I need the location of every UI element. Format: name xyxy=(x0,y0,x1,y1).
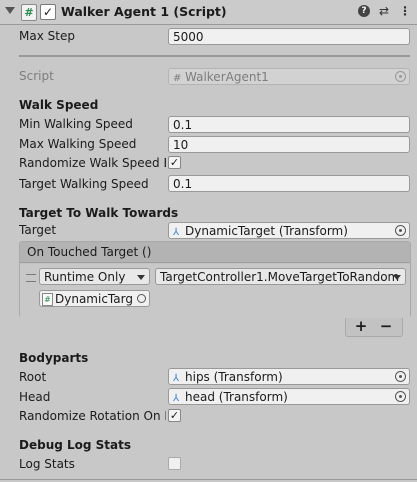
log-stats-label: Log Stats xyxy=(19,457,75,471)
script-icon: # xyxy=(21,4,37,21)
target-walking-speed-label: Target Walking Speed xyxy=(19,177,149,191)
object-picker-icon[interactable] xyxy=(137,294,146,303)
min-walking-speed-field[interactable]: 0.1 xyxy=(168,116,410,133)
max-walking-speed-field[interactable]: 10 xyxy=(168,136,410,153)
max-step-field[interactable]: 5000 xyxy=(168,28,410,45)
head-field[interactable]: ⅄ head (Transform) xyxy=(168,388,410,405)
component-header[interactable]: # ✓ Walker Agent 1 (Script) ? ⇄ ⋮ xyxy=(0,0,417,25)
function-dropdown[interactable]: TargetController1.MoveTargetToRandom xyxy=(155,268,406,285)
object-picker-icon[interactable] xyxy=(395,391,406,402)
randomize-rotation-checkbox[interactable]: ✓ xyxy=(168,409,181,422)
unity-event-box: On Touched Target () Runtime Only Target… xyxy=(19,241,411,318)
function-dropdown-value: TargetController1.MoveTargetToRandom xyxy=(160,270,400,284)
separator xyxy=(19,55,410,57)
debug-header: Debug Log Stats xyxy=(19,438,132,452)
event-object-value: DynamicTarg xyxy=(55,292,133,306)
foldout-arrow-icon[interactable] xyxy=(5,7,15,14)
runtime-dropdown[interactable]: Runtime Only xyxy=(39,268,150,285)
preset-icon[interactable]: ⇄ xyxy=(376,3,392,19)
script-file-icon: # xyxy=(173,73,182,84)
runtime-dropdown-value: Runtime Only xyxy=(44,270,126,284)
help-icon[interactable]: ? xyxy=(358,5,370,17)
add-remove-buttons: + − xyxy=(345,317,403,337)
min-walking-speed-label: Min Walking Speed xyxy=(19,117,133,131)
event-object-field[interactable]: # DynamicTarg xyxy=(39,290,150,307)
root-label: Root xyxy=(19,370,47,384)
drag-handle-icon[interactable] xyxy=(26,274,36,282)
target-field[interactable]: ⅄ DynamicTarget (Transform) xyxy=(168,222,410,239)
event-listener-row: Runtime Only TargetController1.MoveTarge… xyxy=(20,264,410,318)
chevron-down-icon xyxy=(393,275,401,280)
root-field-value: hips (Transform) xyxy=(185,370,283,384)
script-icon: # xyxy=(42,293,53,306)
transform-icon: ⅄ xyxy=(173,393,180,404)
log-stats-checkbox[interactable] xyxy=(168,457,181,470)
walk-speed-header: Walk Speed xyxy=(19,98,99,112)
transform-icon: ⅄ xyxy=(173,373,180,384)
remove-listener-button[interactable]: − xyxy=(374,317,398,335)
chevron-down-icon xyxy=(137,275,145,280)
max-step-label: Max Step xyxy=(19,29,75,43)
randomize-walk-speed-label: Randomize Walk Speed Ea xyxy=(19,156,166,170)
target-section-header: Target To Walk Towards xyxy=(19,206,179,220)
object-picker-icon[interactable] xyxy=(395,371,406,382)
object-picker-icon xyxy=(395,71,406,82)
head-label: Head xyxy=(19,390,51,404)
component-enabled-checkbox[interactable]: ✓ xyxy=(40,4,56,20)
bodyparts-header: Bodyparts xyxy=(19,351,89,365)
bottom-border xyxy=(0,479,417,480)
target-field-value: DynamicTarget (Transform) xyxy=(185,224,348,238)
more-options-icon[interactable]: ⋮ xyxy=(397,3,413,19)
randomize-walk-speed-checkbox[interactable]: ✓ xyxy=(168,156,181,169)
script-label: Script xyxy=(19,69,54,83)
component-title: Walker Agent 1 (Script) xyxy=(61,4,227,19)
randomize-rotation-label: Randomize Rotation On Ep xyxy=(19,409,166,423)
object-picker-icon[interactable] xyxy=(395,225,406,236)
add-listener-button[interactable]: + xyxy=(349,317,373,335)
inspector-panel: # ✓ Walker Agent 1 (Script) ? ⇄ ⋮ Max St… xyxy=(0,0,417,482)
script-field: # WalkerAgent1 xyxy=(168,68,410,85)
max-walking-speed-label: Max Walking Speed xyxy=(19,137,137,151)
script-field-value: WalkerAgent1 xyxy=(185,70,269,84)
target-label: Target xyxy=(19,223,57,237)
target-walking-speed-field[interactable]: 0.1 xyxy=(168,175,410,192)
event-header: On Touched Target () xyxy=(20,242,410,263)
transform-icon: ⅄ xyxy=(173,227,180,238)
head-field-value: head (Transform) xyxy=(185,390,288,404)
root-field[interactable]: ⅄ hips (Transform) xyxy=(168,368,410,385)
